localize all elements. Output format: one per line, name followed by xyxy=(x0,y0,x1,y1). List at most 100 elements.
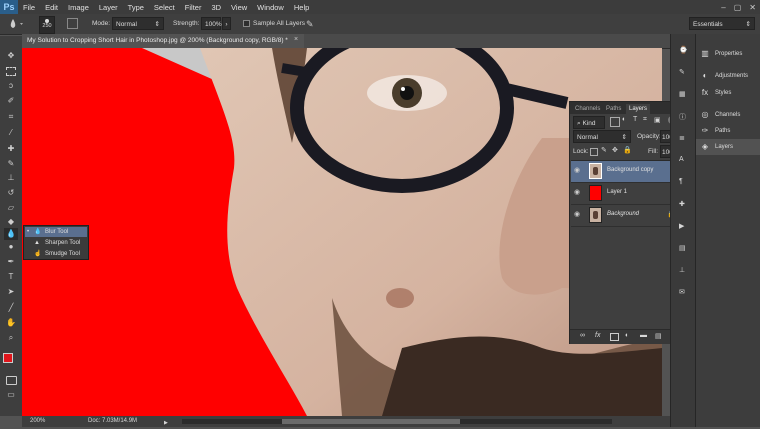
menu-filter[interactable]: Filter xyxy=(180,3,207,12)
strength-slider-toggle[interactable]: › xyxy=(222,17,231,30)
lock-transparent-icon[interactable] xyxy=(590,148,598,156)
pen-tool-icon[interactable]: ✒ xyxy=(4,256,18,268)
lock-position-icon[interactable]: ✥ xyxy=(612,146,618,154)
menu-select[interactable]: Select xyxy=(149,3,180,12)
eye-icon[interactable]: ◉ xyxy=(574,211,583,219)
layer-comps-icon[interactable]: ▤ xyxy=(679,244,686,252)
flyout-smudge-tool[interactable]: ☝ Smudge Tool xyxy=(25,249,87,259)
lasso-tool-icon[interactable]: ↄ xyxy=(4,80,18,92)
info-icon[interactable]: ⓘ xyxy=(679,112,686,122)
dock-item-layers[interactable]: ◈ Layers xyxy=(696,139,760,155)
status-menu-arrow-icon[interactable]: ▶ xyxy=(164,418,168,429)
crop-tool-icon[interactable]: ⌗ xyxy=(4,111,18,123)
clone-stamp-tool-icon[interactable]: ⊥ xyxy=(4,172,18,184)
eraser-tool-icon[interactable]: ▱ xyxy=(4,202,18,214)
layer-row-background-copy[interactable]: ◉ Background copy xyxy=(571,161,684,183)
dock-item-styles[interactable]: fx Styles xyxy=(696,85,760,101)
tool-presets-icon[interactable]: ✎ xyxy=(679,68,685,76)
menu-3d[interactable]: 3D xyxy=(206,3,226,12)
dock-item-paths[interactable]: ✑ Paths xyxy=(696,123,760,139)
tool-preset-picker[interactable] xyxy=(6,17,26,30)
quick-mask-icon[interactable] xyxy=(4,374,18,386)
tab-layers[interactable]: Layers xyxy=(626,104,651,114)
blur-tool-icon[interactable]: 💧 xyxy=(4,228,18,240)
healing-brush-tool-icon[interactable]: ✚ xyxy=(4,143,18,155)
eyedropper-tool-icon[interactable]: ⁄ xyxy=(4,127,18,139)
history-brush-tool-icon[interactable]: ↺ xyxy=(4,187,18,199)
flyout-blur-tool[interactable]: • 💧 Blur Tool xyxy=(25,227,87,237)
swatches-icon[interactable]: ▦ xyxy=(679,90,686,98)
clone-source-icon[interactable]: ⊥ xyxy=(679,266,685,274)
dock-item-channels[interactable]: ◎ Channels xyxy=(696,107,760,123)
pressure-icon[interactable]: ✎ xyxy=(306,18,318,30)
document-canvas[interactable] xyxy=(22,48,662,416)
layer-style-icon[interactable]: fx xyxy=(595,332,600,339)
filter-type-icon[interactable]: T xyxy=(633,116,637,123)
brush-presets-icon[interactable]: ≣ xyxy=(679,134,685,142)
eye-icon[interactable]: ◉ xyxy=(574,167,583,175)
layer-row-layer-1[interactable]: ◉ Layer 1 xyxy=(571,183,684,205)
move-tool-icon[interactable]: ✥ xyxy=(4,50,18,62)
actions-icon[interactable]: ▶ xyxy=(679,222,684,230)
menu-edit[interactable]: Edit xyxy=(40,3,63,12)
new-layer-icon[interactable]: ▤ xyxy=(655,332,662,340)
tab-paths[interactable]: Paths xyxy=(603,104,624,114)
workspace-select[interactable]: Essentials ⇕ xyxy=(689,17,755,30)
strength-input[interactable]: 100% xyxy=(201,17,222,30)
paragraph-icon[interactable]: ¶ xyxy=(679,178,683,185)
menu-file[interactable]: File xyxy=(18,3,40,12)
foreground-color-swatch[interactable] xyxy=(3,353,13,363)
layer-row-background[interactable]: ◉ Background 🔒 xyxy=(571,205,684,227)
menu-type[interactable]: Type xyxy=(123,3,149,12)
eye-icon[interactable]: ◉ xyxy=(574,189,583,197)
minimize-button[interactable]: – xyxy=(717,3,729,12)
filter-adjustment-icon[interactable]: ◐ xyxy=(622,116,626,123)
menu-view[interactable]: View xyxy=(226,3,252,12)
filter-shape-icon[interactable]: ⌗ xyxy=(643,116,647,124)
tab-channels[interactable]: Channels xyxy=(572,104,603,114)
sample-all-layers-checkbox[interactable] xyxy=(243,20,250,27)
zoom-level[interactable]: 200% xyxy=(30,416,45,427)
filter-pixel-icon[interactable] xyxy=(610,117,620,127)
line-tool-icon[interactable]: ╱ xyxy=(4,302,18,314)
maximize-button[interactable]: ▢ xyxy=(730,3,746,12)
lock-all-icon[interactable]: 🔒 xyxy=(623,146,632,154)
mode-select[interactable]: Normal ⇕ xyxy=(112,17,164,30)
dock-item-adjustments[interactable]: ◐ Adjustments xyxy=(696,68,760,84)
filter-smart-object-icon[interactable]: ▣ xyxy=(654,116,661,124)
menu-layer[interactable]: Layer xyxy=(94,3,123,12)
flyout-sharpen-tool[interactable]: ▲ Sharpen Tool xyxy=(25,238,87,248)
history-icon[interactable]: ⌚ xyxy=(679,46,688,54)
close-button[interactable]: ✕ xyxy=(745,3,760,12)
brush-panel-toggle-icon[interactable] xyxy=(67,18,78,29)
path-select-tool-icon[interactable]: ➤ xyxy=(4,286,18,298)
character-icon[interactable]: A xyxy=(679,156,684,163)
dodge-tool-icon[interactable]: ● xyxy=(4,241,18,253)
close-tab-icon[interactable]: × xyxy=(294,36,298,43)
brush-tool-icon[interactable]: ✎ xyxy=(4,158,18,170)
document-tab[interactable]: My Solution to Cropping Short Hair in Ph… xyxy=(22,34,304,48)
hand-tool-icon[interactable]: ✋ xyxy=(4,317,18,329)
lock-image-icon[interactable]: ✎ xyxy=(601,146,607,154)
menu-help[interactable]: Help xyxy=(289,3,314,12)
paint-bucket-tool-icon[interactable]: ◆ xyxy=(4,216,18,228)
menu-image[interactable]: Image xyxy=(63,3,94,12)
marquee-tool-icon[interactable] xyxy=(4,65,18,77)
quick-select-tool-icon[interactable]: ✐ xyxy=(4,95,18,107)
brush-size-picker[interactable]: 250 xyxy=(39,16,55,34)
new-group-icon[interactable]: ▬ xyxy=(640,332,647,339)
dock-item-properties[interactable]: ▥ Properties xyxy=(696,46,760,62)
blend-mode-select[interactable]: Normal ⇕ xyxy=(573,130,631,143)
horizontal-scrollbar[interactable] xyxy=(182,419,612,424)
link-layers-icon[interactable]: ∞ xyxy=(580,332,585,339)
scrollbar-thumb[interactable] xyxy=(282,419,460,424)
type-tool-icon[interactable]: T xyxy=(4,271,18,283)
measurement-icon[interactable]: ✚ xyxy=(679,200,685,208)
filter-kind-select[interactable]: ⌕ Kind xyxy=(573,116,605,129)
adjustment-layer-icon[interactable]: ◐ xyxy=(625,332,629,339)
add-mask-icon[interactable] xyxy=(610,333,619,341)
notes-icon[interactable]: ✉ xyxy=(679,288,685,296)
menu-window[interactable]: Window xyxy=(252,3,289,12)
zoom-tool-icon[interactable]: ⌕ xyxy=(4,332,18,344)
screen-mode-icon[interactable]: ▭ xyxy=(4,389,18,401)
